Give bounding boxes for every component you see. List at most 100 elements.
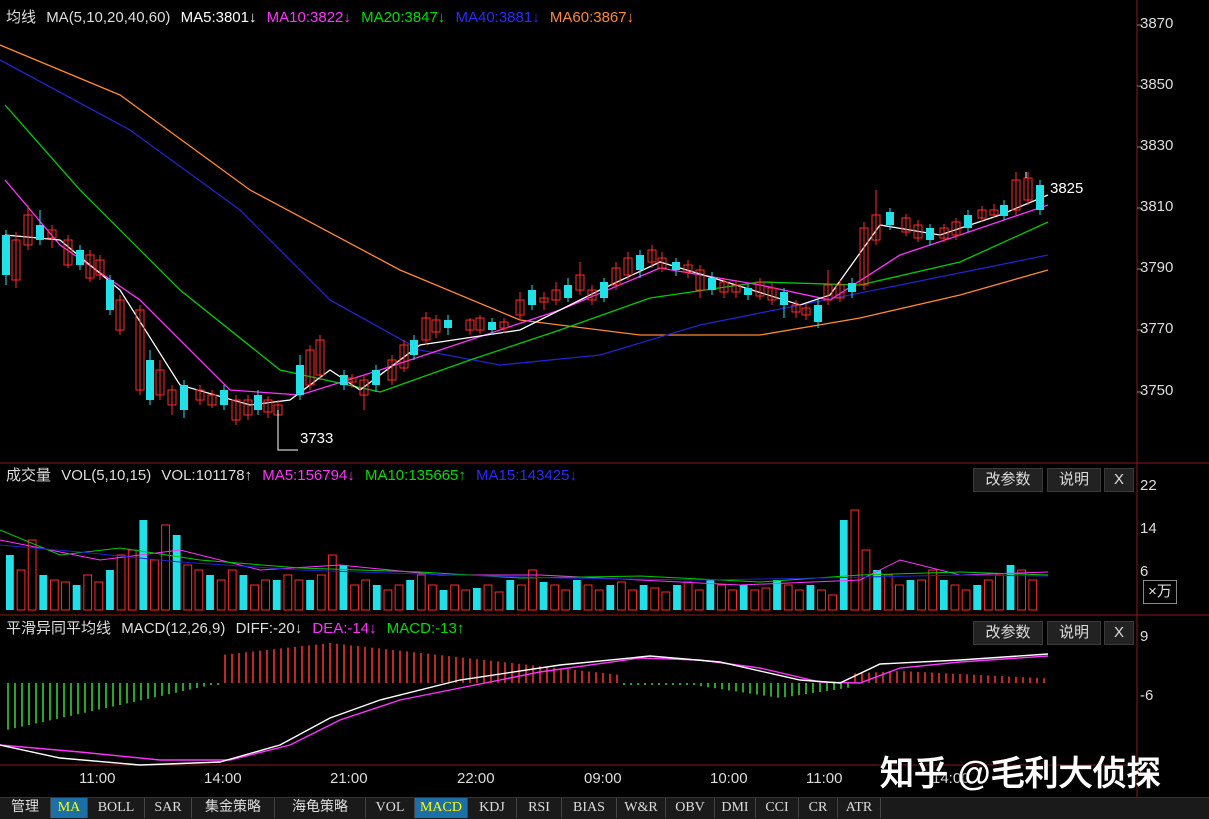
tab-dmi[interactable]: DMI [715,798,756,818]
tab-atr[interactable]: ATR [838,798,881,818]
candle-body [254,395,262,410]
volume-bar [161,524,170,611]
macd-tick: 9 [1140,628,1149,645]
candle-body [564,285,572,298]
tab-obv[interactable]: OBV [666,798,715,818]
volume-bar [350,584,359,611]
ma5-line [4,194,1049,406]
price-tick: 3870 [1140,15,1174,32]
tab-vol[interactable]: VOL [366,798,415,818]
volume-bar [839,520,848,610]
volume-bar [806,585,815,610]
candle-body [926,228,934,240]
volume-bar [216,579,226,611]
vol-ma10-line [0,529,1049,583]
volume-bar [61,581,70,611]
tab-ma[interactable]: MA [51,798,88,818]
volume-bar [506,580,515,610]
volume-bar [561,589,571,611]
tab-cci[interactable]: CCI [756,798,799,818]
volume-bar [416,574,426,611]
candle-body [372,370,380,385]
volume-bar [172,535,181,610]
volume-bar [961,589,971,611]
tab-turtle-strategy[interactable]: 海龟策略 [275,798,366,818]
volume-bar [27,539,37,611]
candle-body [672,262,680,270]
volume-panel-header: 成交量 VOL(5,10,15) VOL:101178↑ MA5:156794↓… [6,466,583,486]
time-label: 11:00 [79,770,116,787]
chart-canvas[interactable] [0,0,1209,818]
vol-ma10-value: MA10:135665↑ [364,467,466,484]
indicator-name: 均线 [6,9,37,26]
volume-tick: 22 [1140,477,1157,494]
volume-bar [450,584,460,611]
tab-cr[interactable]: CR [799,798,838,818]
volume-bar [83,574,93,611]
tab-rsi[interactable]: RSI [517,798,562,818]
volume-bar [261,579,271,611]
volume-bar [673,585,681,610]
volume-bar [606,585,615,610]
candle-body [528,290,536,305]
volume-bar [72,585,81,610]
tab-macd[interactable]: MACD [415,798,468,818]
volume-bar [594,589,604,611]
volume-bar [794,589,804,611]
volume-bar [483,584,493,611]
volume-bar [139,520,148,610]
tab-boll[interactable]: BOLL [88,798,145,818]
volume-bar [950,584,960,611]
volume-bar [939,580,948,610]
macd-close-button[interactable]: X [1104,621,1134,645]
volume-bar [494,591,504,611]
volume-modify-params-button[interactable]: 改参数 [973,468,1043,492]
candle-body [1000,205,1008,216]
low-price-label: 3733 [300,430,334,447]
volume-bar [528,569,537,611]
volume-bar [94,581,104,611]
volume-bar [327,554,337,611]
volume-bar [127,549,137,611]
volume-bar [694,589,704,611]
indicator-params: MA(5,10,20,40,60) [46,9,171,26]
time-label: 21:00 [330,770,368,787]
candle-body [76,250,84,265]
volume-bar [283,574,293,611]
volume-bar [539,582,548,610]
price-tick: 3770 [1140,320,1174,337]
candle-body [780,292,788,305]
tab-wr[interactable]: W&R [617,798,666,818]
candle-body [600,282,608,298]
tab-sar[interactable]: SAR [145,798,192,818]
volume-close-button[interactable]: X [1104,468,1134,492]
macd-modify-params-button[interactable]: 改参数 [973,621,1043,645]
tab-manage[interactable]: 管理 [0,798,51,818]
volume-tick: 14 [1140,520,1157,537]
tab-jijin-strategy[interactable]: 集金策略 [192,798,275,818]
volume-bar [617,581,626,611]
volume-bar [306,580,314,610]
high-price-label: 3825 [1050,180,1084,197]
volume-bar [650,587,660,611]
tab-bias[interactable]: BIAS [562,798,617,818]
vol-ma5-value: MA5:156794↓ [262,467,355,484]
tab-kdj[interactable]: KDJ [468,798,517,818]
volume-bar [194,569,204,611]
candle-body [36,225,44,240]
chart-window: 均线 MA(5,10,20,40,60) MA5:3801↓ MA10:3822… [0,0,1209,819]
macd-help-button[interactable]: 说明 [1047,621,1101,645]
volume-bar [294,579,304,611]
volume-bar [16,569,26,611]
volume-bar [372,585,381,610]
volume-bar [427,584,437,611]
volume-bar [250,584,259,611]
volume-bar [750,589,760,611]
volume-unit-button[interactable]: ×万 [1143,580,1177,604]
volume-bar [628,589,637,611]
main-panel-header: 均线 MA(5,10,20,40,60) MA5:3801↓ MA10:3822… [6,8,640,28]
volume-bar [661,591,671,611]
volume-bar [573,580,581,610]
volume-bar [983,579,993,611]
volume-help-button[interactable]: 说明 [1047,468,1101,492]
